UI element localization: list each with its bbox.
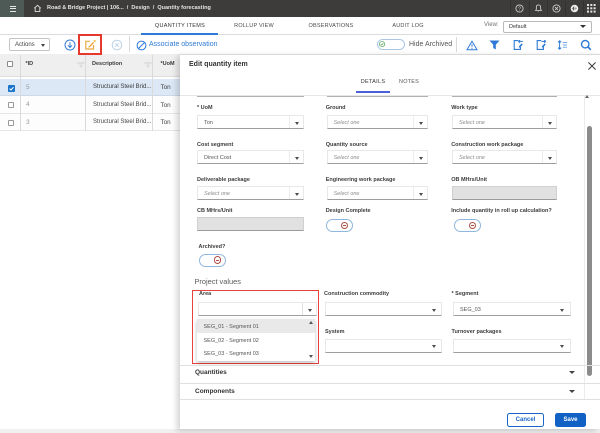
svg-text:?: ?: [518, 7, 521, 13]
